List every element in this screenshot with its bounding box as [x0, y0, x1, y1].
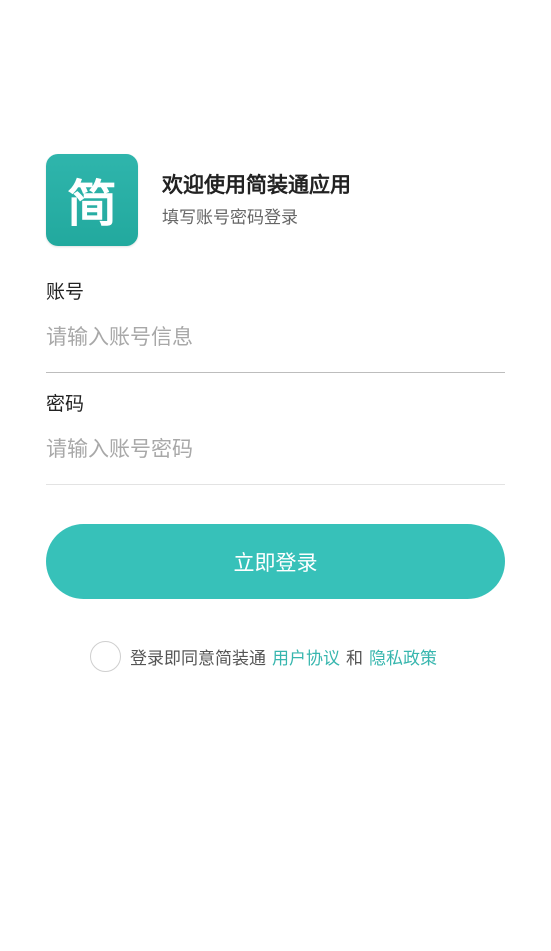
app-header: 简 欢迎使用简装通应用 填写账号密码登录	[46, 154, 351, 246]
header-titles: 欢迎使用简装通应用 填写账号密码登录	[162, 170, 351, 230]
agreement-prefix: 登录即同意简装通	[130, 649, 266, 669]
account-divider	[46, 372, 505, 373]
page-title: 欢迎使用简装通应用	[162, 173, 351, 197]
page-subtitle: 填写账号密码登录	[162, 208, 298, 228]
password-divider	[46, 484, 505, 485]
password-input[interactable]	[46, 432, 505, 466]
agreement-row: 登录即同意简装通 用户协议 和 隐私政策	[90, 641, 437, 672]
login-page: 简 欢迎使用简装通应用 填写账号密码登录 账号 密码 立即登录 登录即同意简装通…	[0, 0, 551, 951]
app-logo-char: 简	[67, 175, 117, 233]
privacy-policy-link[interactable]: 隐私政策	[369, 644, 437, 669]
user-agreement-link[interactable]: 用户协议	[272, 644, 340, 669]
account-label: 账号	[46, 281, 85, 303]
account-field: 账号	[46, 279, 505, 373]
password-field: 密码	[46, 391, 505, 485]
app-logo: 简	[46, 154, 138, 246]
password-label: 密码	[46, 393, 85, 415]
login-button[interactable]: 立即登录	[46, 524, 505, 599]
account-input[interactable]	[46, 320, 505, 354]
agreement-checkbox[interactable]	[90, 641, 121, 672]
agreement-conjunction: 和	[346, 649, 363, 669]
